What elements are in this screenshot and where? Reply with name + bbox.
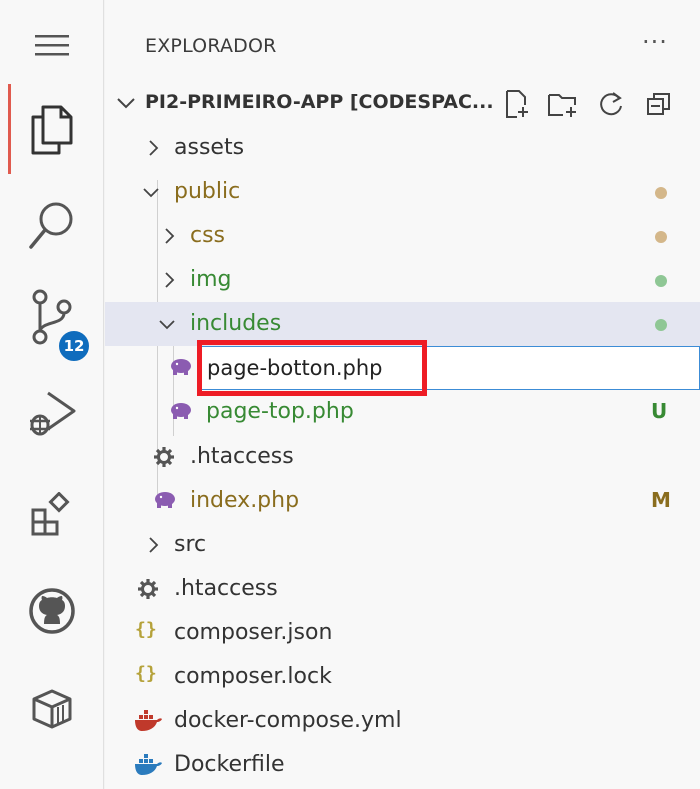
json-icon: {} (135, 619, 157, 640)
tree-item-htaccess-public[interactable]: .htaccess (105, 435, 700, 479)
modified-badge: M (651, 488, 671, 512)
tree-item-label: css (190, 223, 226, 248)
project-root[interactable]: PI2-PRIMEIRO-APP [CODESPAC... (105, 82, 700, 126)
json-icon: {} (135, 663, 157, 684)
explorer-button[interactable] (0, 84, 104, 174)
tree-item-index-php[interactable]: index.php M (105, 479, 700, 523)
php-elephant-icon (155, 492, 175, 508)
tree-item-label: index.php (190, 488, 300, 513)
untracked-badge: U (651, 399, 668, 423)
run-debug-icon (30, 391, 76, 436)
remote-explorer-button[interactable] (0, 664, 104, 754)
sidebar-header: EXPLORADOR ··· (105, 0, 700, 78)
extensions-button[interactable] (0, 470, 104, 560)
search-icon (29, 202, 73, 249)
chevron-right-icon (149, 140, 159, 156)
php-elephant-icon (171, 403, 191, 419)
extensions-icon (31, 492, 70, 536)
highlight-box (197, 340, 427, 396)
modified-dot (655, 187, 667, 199)
chevron-right-icon (149, 537, 159, 553)
new-file-button[interactable] (501, 88, 533, 120)
chevron-right-icon (165, 228, 175, 244)
tree-item-label: composer.json (174, 620, 333, 645)
sidebar-title: EXPLORADOR (145, 35, 277, 57)
refresh-button[interactable] (595, 88, 627, 120)
tree-item-label: src (174, 532, 207, 557)
tree-item-docker-compose[interactable]: docker-compose.yml (105, 699, 700, 743)
collapse-all-icon (647, 93, 670, 115)
untracked-dot (655, 319, 667, 331)
github-icon (29, 588, 75, 634)
chevron-down-icon (143, 188, 159, 198)
tree-item-label: composer.lock (174, 664, 332, 689)
tree-item-label: includes (190, 311, 282, 336)
files-icon (31, 105, 73, 155)
docker-icon (135, 754, 162, 775)
search-button[interactable] (0, 180, 104, 270)
modified-dot (655, 231, 667, 243)
tree-item-label: img (190, 267, 232, 292)
tree-item-label: public (174, 179, 241, 204)
source-control-badge: 12 (57, 329, 91, 363)
tree-item-composer-json[interactable]: {} composer.json (105, 611, 700, 655)
menu-button[interactable] (0, 0, 104, 90)
tree-item-assets[interactable]: assets (105, 126, 700, 170)
refresh-icon (600, 92, 622, 116)
tree-item-img[interactable]: img (105, 258, 700, 302)
more-actions-button[interactable]: ··· (642, 28, 668, 56)
github-button[interactable] (0, 566, 104, 656)
new-file-icon (506, 90, 528, 118)
tree-item-label: assets (174, 135, 245, 160)
tree-item-public[interactable]: public (105, 170, 700, 214)
collapse-all-button[interactable] (643, 88, 675, 120)
tree-item-label: .htaccess (174, 576, 278, 601)
chevron-down-icon (159, 320, 175, 330)
activity-bar: 12 (0, 0, 104, 789)
new-folder-button[interactable] (547, 88, 579, 120)
php-elephant-icon (171, 359, 191, 375)
tree-item-htaccess-root[interactable]: .htaccess (105, 567, 700, 611)
chevron-down-icon (117, 98, 135, 109)
tree-item-composer-lock[interactable]: {} composer.lock (105, 655, 700, 699)
tree-item-label: .htaccess (190, 444, 294, 469)
untracked-dot (655, 275, 667, 287)
new-folder-icon (548, 94, 576, 117)
tree-item-rename (105, 346, 198, 390)
tree-item-label: docker-compose.yml (174, 708, 402, 733)
tree-item-src[interactable]: src (105, 523, 700, 567)
run-debug-button[interactable] (0, 368, 104, 458)
tree-item-dockerfile[interactable]: Dockerfile (105, 743, 700, 787)
chevron-right-icon (165, 272, 175, 288)
gear-icon (154, 447, 174, 467)
remote-explorer-icon (32, 689, 72, 729)
explorer-sidebar: EXPLORADOR ··· PI2-PRIMEIRO-APP [CODESPA… (105, 0, 700, 789)
gear-icon (138, 579, 158, 599)
source-control-button[interactable]: 12 (0, 272, 104, 363)
tree-item-label: page-top.php (206, 399, 354, 424)
tree-item-label: Dockerfile (174, 752, 285, 777)
menu-icon (35, 35, 69, 56)
tree-item-page-top[interactable]: page-top.php U (105, 390, 700, 434)
docker-icon (135, 710, 162, 731)
project-name: PI2-PRIMEIRO-APP [CODESPAC... (145, 91, 494, 113)
tree-item-css[interactable]: css (105, 214, 700, 258)
